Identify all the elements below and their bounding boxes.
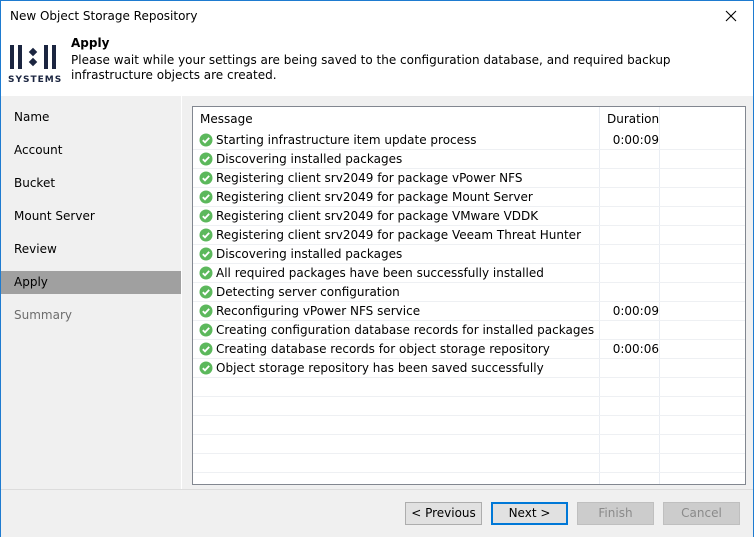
table-row[interactable]: Registering client srv2049 for package M… — [193, 188, 745, 207]
title-bar: New Object Storage Repository — [1, 1, 753, 33]
wizard-footer: < Previous Next > Finish Cancel — [1, 489, 753, 537]
row-duration: 0:00:09 — [612, 304, 659, 318]
row-message: Starting infrastructure item update proc… — [216, 133, 477, 147]
success-check-icon — [199, 361, 213, 375]
table-row[interactable]: Creating configuration database records … — [193, 321, 745, 340]
row-message: Creating configuration database records … — [216, 323, 595, 337]
table-row — [193, 435, 745, 454]
table-row[interactable]: Reconfiguring vPower NFS service 0:00:09 — [193, 302, 745, 321]
success-check-icon — [199, 171, 213, 185]
row-message: Registering client srv2049 for package M… — [216, 190, 533, 204]
row-message: Creating database records for object sto… — [216, 342, 550, 356]
success-check-icon — [199, 133, 213, 147]
wizard-steps-sidebar: Name Account Bucket Mount Server Review … — [1, 96, 181, 489]
table-row[interactable]: Detecting server configuration — [193, 283, 745, 302]
row-message: Discovering installed packages — [216, 152, 403, 166]
row-message: Registering client srv2049 for package v… — [216, 171, 523, 185]
row-message: Discovering installed packages — [216, 247, 403, 261]
success-check-icon — [199, 304, 213, 318]
success-check-icon — [199, 190, 213, 204]
row-duration: 0:00:06 — [612, 342, 659, 356]
logo-text: SYSTEMS — [8, 75, 63, 85]
column-header-duration[interactable]: Duration — [607, 107, 659, 131]
row-message: Object storage repository has been saved… — [216, 361, 544, 375]
sidebar-item-bucket[interactable]: Bucket — [1, 172, 181, 195]
step-title: Apply — [71, 36, 110, 50]
window-title: New Object Storage Repository — [10, 9, 198, 23]
row-message: Detecting server configuration — [216, 285, 400, 299]
success-check-icon — [199, 342, 213, 356]
table-row[interactable]: Registering client srv2049 for package V… — [193, 207, 745, 226]
table-row[interactable]: All required packages have been successf… — [193, 264, 745, 283]
step-description: Please wait while your settings are bein… — [71, 53, 671, 82]
table-row[interactable]: Discovering installed packages — [193, 150, 745, 169]
table-row[interactable]: Registering client srv2049 for package V… — [193, 226, 745, 245]
sidebar-item-account[interactable]: Account — [1, 139, 181, 162]
close-button[interactable] — [709, 1, 753, 31]
sidebar-item-apply[interactable]: Apply — [1, 271, 181, 294]
table-row — [193, 378, 745, 397]
sidebar-item-mount-server[interactable]: Mount Server — [1, 205, 181, 228]
table-row[interactable]: Creating database records for object sto… — [193, 340, 745, 359]
table-header: Message Duration — [193, 107, 745, 131]
row-message: All required packages have been successf… — [216, 266, 544, 280]
success-check-icon — [199, 152, 213, 166]
table-row[interactable]: Object storage repository has been saved… — [193, 359, 745, 378]
sidebar-item-review[interactable]: Review — [1, 238, 181, 261]
next-button[interactable]: Next > — [491, 502, 568, 525]
table-row[interactable]: Starting infrastructure item update proc… — [193, 131, 745, 150]
sidebar-item-name[interactable]: Name — [1, 106, 181, 129]
previous-button[interactable]: < Previous — [405, 502, 482, 525]
table-row — [193, 454, 745, 473]
finish-button: Finish — [577, 502, 654, 525]
success-check-icon — [199, 228, 213, 242]
table-row — [193, 416, 745, 435]
company-logo: SYSTEMS — [8, 43, 62, 89]
row-message: Reconfiguring vPower NFS service — [216, 304, 421, 318]
sidebar-item-summary: Summary — [14, 308, 72, 322]
row-duration: 0:00:09 — [612, 133, 659, 147]
wizard-window: New Object Storage Repository SYSTEMS Ap… — [0, 0, 754, 537]
success-check-icon — [199, 209, 213, 223]
table-row — [193, 397, 745, 416]
table-row[interactable]: Discovering installed packages — [193, 245, 745, 264]
success-check-icon — [199, 266, 213, 280]
wizard-header: SYSTEMS Apply Please wait while your set… — [1, 33, 753, 96]
table-row — [193, 473, 745, 484]
success-check-icon — [199, 285, 213, 299]
apply-log-table[interactable]: Message Duration Starting infrastructure… — [192, 106, 746, 485]
column-header-message[interactable]: Message — [200, 107, 253, 131]
success-check-icon — [199, 247, 213, 261]
success-check-icon — [199, 323, 213, 337]
row-message: Registering client srv2049 for package V… — [216, 228, 581, 242]
close-icon — [725, 10, 737, 22]
cancel-button: Cancel — [663, 502, 740, 525]
content-panel: Message Duration Starting infrastructure… — [182, 96, 753, 489]
table-row[interactable]: Registering client srv2049 for package v… — [193, 169, 745, 188]
row-message: Registering client srv2049 for package V… — [216, 209, 539, 223]
